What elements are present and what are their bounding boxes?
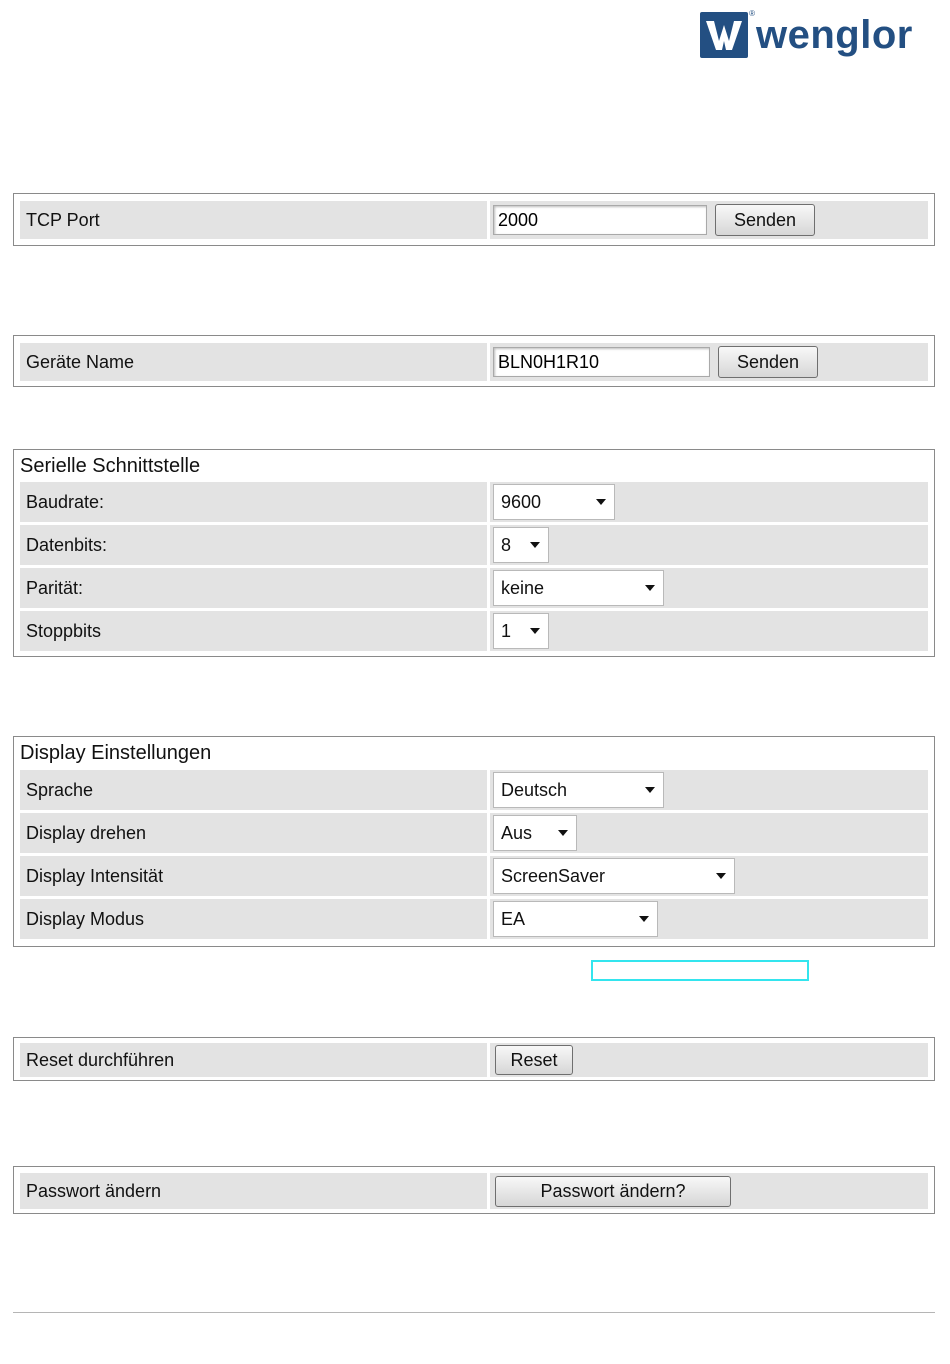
password-row: Passwort ändern Passwort ändern? (20, 1173, 928, 1209)
reset-panel: Reset durchführen Reset (13, 1037, 935, 1081)
databits-value: 8 (501, 534, 512, 555)
language-row: Sprache Deutsch (20, 770, 928, 810)
display-intensity-label: Display Intensität (20, 856, 490, 896)
language-label: Sprache (20, 770, 490, 810)
stopbits-row: Stoppbits 1 (20, 611, 928, 651)
tcp-port-label: TCP Port (20, 201, 490, 239)
display-rotate-value: Aus (501, 822, 533, 843)
display-rotate-row: Display drehen Aus (20, 813, 928, 853)
display-rotate-select[interactable]: Aus (493, 815, 577, 851)
stopbits-label: Stoppbits (20, 611, 490, 651)
wenglor-logo: ® wenglor (700, 9, 938, 60)
tcp-port-panel: TCP Port Senden (13, 193, 935, 246)
parity-select[interactable]: keine (493, 570, 664, 606)
parity-value: keine (501, 577, 545, 598)
display-mode-value: EA (501, 908, 526, 929)
registered-mark: ® (749, 9, 755, 18)
baudrate-select[interactable]: 9600 (493, 484, 615, 520)
baudrate-label: Baudrate: (20, 482, 490, 522)
tcp-port-input[interactable] (493, 205, 707, 235)
tcp-port-send-button[interactable]: Senden (715, 204, 815, 236)
databits-label: Datenbits: (20, 525, 490, 565)
brand-name: wenglor (756, 13, 913, 57)
chevron-down-icon (639, 916, 649, 922)
databits-select[interactable]: 8 (493, 527, 549, 563)
language-select[interactable]: Deutsch (493, 772, 664, 808)
footer-divider (13, 1312, 935, 1313)
display-intensity-select[interactable]: ScreenSaver (493, 858, 735, 894)
chevron-down-icon (558, 830, 568, 836)
device-name-label: Geräte Name (20, 343, 490, 381)
stopbits-select[interactable]: 1 (493, 613, 549, 649)
display-settings-title: Display Einstellungen (20, 742, 212, 764)
baudrate-row: Baudrate: 9600 (20, 482, 928, 522)
display-mode-label: Display Modus (20, 899, 490, 939)
display-mode-row: Display Modus EA (20, 899, 928, 939)
device-name-send-button[interactable]: Senden (718, 346, 818, 378)
parity-row: Parität: keine (20, 568, 928, 608)
serial-interface-panel: Serielle Schnittstelle Baudrate: 9600 Da… (13, 449, 935, 657)
tcp-port-row: TCP Port Senden (20, 201, 928, 239)
serial-interface-title: Serielle Schnittstelle (20, 455, 201, 477)
chevron-down-icon (716, 873, 726, 879)
change-password-button[interactable]: Passwort ändern? (495, 1175, 731, 1207)
password-label: Passwort ändern (20, 1173, 490, 1209)
device-name-input[interactable] (493, 347, 710, 377)
databits-row: Datenbits: 8 (20, 525, 928, 565)
display-settings-panel: Display Einstellungen Sprache Deutsch Di… (13, 736, 935, 947)
highlight-frame (591, 960, 809, 981)
display-rotate-label: Display drehen (20, 813, 490, 853)
chevron-down-icon (530, 542, 540, 548)
display-intensity-value: ScreenSaver (501, 865, 606, 886)
language-value: Deutsch (501, 779, 568, 800)
parity-label: Parität: (20, 568, 490, 608)
device-name-panel: Geräte Name Senden (13, 335, 935, 387)
display-mode-select[interactable]: EA (493, 901, 658, 937)
stopbits-value: 1 (501, 620, 512, 641)
password-panel: Passwort ändern Passwort ändern? (13, 1166, 935, 1214)
wenglor-w-logo-icon: ® (700, 9, 755, 58)
chevron-down-icon (645, 787, 655, 793)
chevron-down-icon (596, 499, 606, 505)
chevron-down-icon (530, 628, 540, 634)
display-intensity-row: Display Intensität ScreenSaver (20, 856, 928, 896)
device-name-row: Geräte Name Senden (20, 343, 928, 381)
reset-label: Reset durchführen (20, 1043, 490, 1077)
chevron-down-icon (645, 585, 655, 591)
reset-button[interactable]: Reset (495, 1045, 573, 1075)
reset-row: Reset durchführen Reset (20, 1043, 928, 1077)
baudrate-value: 9600 (501, 491, 542, 512)
